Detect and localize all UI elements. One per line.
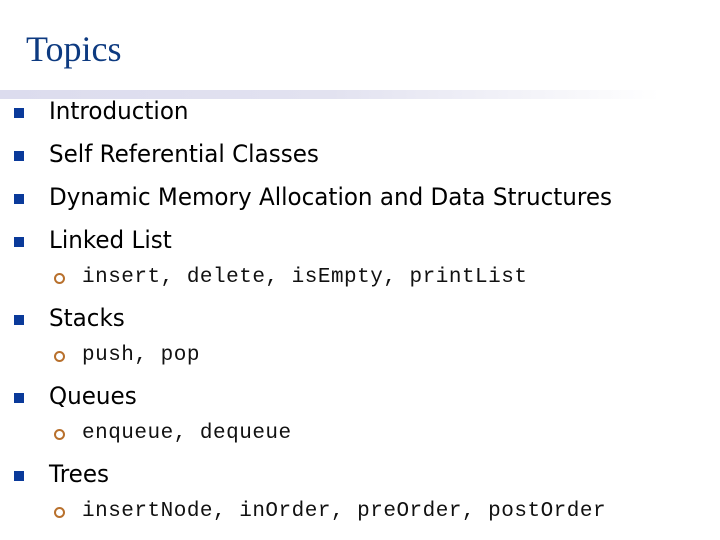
square-bullet-icon	[14, 393, 24, 403]
subtopic-label: enqueue, dequeue	[82, 422, 292, 445]
square-bullet-icon	[14, 237, 24, 247]
square-bullet-icon	[14, 108, 24, 118]
circle-bullet-icon	[54, 429, 65, 440]
topic-label: Queues	[49, 382, 137, 410]
slide-title: Topics	[26, 29, 122, 69]
subtopic-label: insert, delete, isEmpty, printList	[82, 266, 528, 289]
topic-label: Stacks	[49, 304, 125, 332]
subtopic-label: push, pop	[82, 344, 200, 367]
square-bullet-icon	[14, 194, 24, 204]
circle-bullet-icon	[54, 273, 65, 284]
subtopic-label: insertNode, inOrder, preOrder, postOrder	[82, 500, 607, 523]
topic-label: Introduction	[49, 97, 189, 125]
circle-bullet-icon	[54, 351, 65, 362]
topic-label: Trees	[49, 460, 110, 488]
square-bullet-icon	[14, 151, 24, 161]
topic-label: Linked List	[49, 226, 172, 254]
circle-bullet-icon	[54, 507, 65, 518]
square-bullet-icon	[14, 471, 24, 481]
square-bullet-icon	[14, 315, 24, 325]
topic-label: Dynamic Memory Allocation and Data Struc…	[49, 183, 613, 211]
topic-label: Self Referential Classes	[49, 140, 319, 168]
